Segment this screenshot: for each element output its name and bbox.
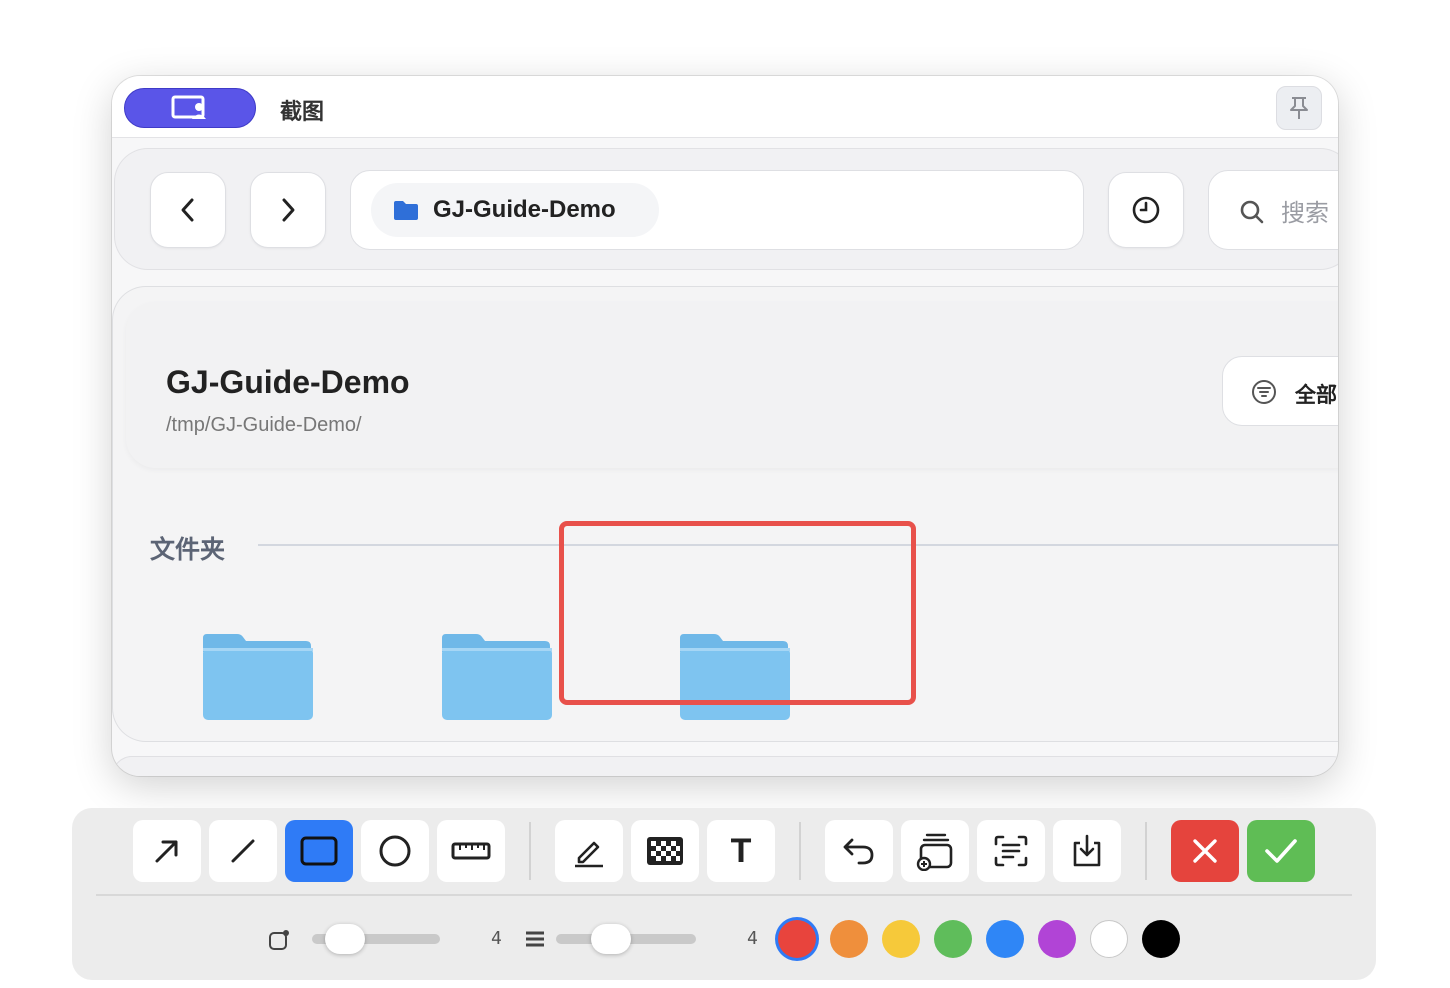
content-panel-next (112, 756, 1338, 776)
folder-icon[interactable] (201, 632, 313, 722)
pin-button[interactable] (1276, 86, 1322, 130)
line-width-icon (526, 931, 544, 947)
search-placeholder: 搜索 (1281, 199, 1329, 227)
folder-path: /tmp/GJ-Guide-Demo/ (166, 414, 362, 436)
add-pin-button[interactable] (901, 820, 969, 882)
pin-icon (1290, 97, 1308, 119)
arrow-icon (155, 840, 178, 863)
pen-tool[interactable] (555, 820, 623, 882)
download-icon (1073, 834, 1101, 867)
cancel-button[interactable] (1171, 820, 1239, 882)
clock-icon (1132, 196, 1160, 224)
toolbar-divider (96, 894, 1352, 896)
forward-button[interactable] (250, 172, 326, 248)
title-bar: 截图 (112, 76, 1338, 138)
color-swatch[interactable] (778, 920, 816, 958)
search-icon (1240, 200, 1264, 224)
search-input[interactable]: 搜索 (1208, 170, 1338, 250)
font-size-value: 4 (747, 928, 758, 949)
arrow-tool[interactable] (133, 820, 201, 882)
filter-button[interactable]: 全部 (1222, 356, 1338, 426)
ocr-button[interactable] (977, 820, 1045, 882)
corner-radius-slider[interactable] (312, 924, 440, 954)
section-title: 文件夹 (150, 535, 226, 564)
color-swatch[interactable] (1142, 920, 1180, 958)
folder-icon (394, 201, 418, 220)
ruler-tool[interactable] (437, 820, 505, 882)
color-swatch[interactable] (986, 920, 1024, 958)
filter-label: 全部 (1295, 383, 1337, 407)
folder-header: GJ-Guide-Demo /tmp/GJ-Guide-Demo/ 全部 (126, 302, 1338, 468)
annotation-toolbar: T 4 4 (72, 808, 1376, 980)
back-button[interactable] (150, 172, 226, 248)
breadcrumb-label: GJ-Guide-Demo (433, 196, 616, 223)
color-swatch[interactable] (1038, 920, 1076, 958)
close-icon (1193, 839, 1217, 863)
window-title: 截图 (280, 100, 325, 125)
circle-icon (379, 835, 411, 867)
confirm-button[interactable] (1247, 820, 1315, 882)
toolbar-divider (529, 822, 531, 880)
annotation-rectangle[interactable] (559, 521, 916, 705)
add-window-icon (916, 833, 953, 871)
toolbar-divider (799, 822, 801, 880)
text-icon: T (730, 831, 752, 870)
history-button[interactable] (1108, 172, 1184, 248)
scan-text-icon (994, 835, 1028, 867)
slider-handle[interactable] (325, 924, 365, 954)
undo-icon (843, 838, 874, 865)
mosaic-icon (647, 837, 683, 865)
color-swatch[interactable] (830, 920, 868, 958)
filter-icon (1252, 380, 1276, 404)
folder-icon[interactable] (440, 632, 552, 722)
corner-radius-icon (269, 930, 289, 950)
color-swatch[interactable] (1090, 920, 1128, 958)
ruler-icon (451, 842, 491, 860)
toolbar-divider (1145, 822, 1147, 880)
undo-button[interactable] (825, 820, 893, 882)
page-title: GJ-Guide-Demo (166, 364, 410, 400)
rectangle-icon (300, 836, 338, 866)
save-button[interactable] (1053, 820, 1121, 882)
slider-handle[interactable] (591, 924, 631, 954)
pen-icon (575, 841, 603, 868)
line-icon (231, 839, 255, 863)
chevron-left-icon (181, 198, 194, 222)
ellipse-tool[interactable] (361, 820, 429, 882)
text-tool[interactable]: T (707, 820, 775, 882)
mosaic-tool[interactable] (631, 820, 699, 882)
stroke-width-slider[interactable] (556, 924, 696, 954)
check-icon (1265, 839, 1297, 863)
path-bar[interactable]: GJ-Guide-Demo (350, 170, 1084, 250)
stroke-width-value: 4 (491, 928, 502, 949)
color-swatch[interactable] (882, 920, 920, 958)
rectangle-tool[interactable] (285, 820, 353, 882)
app-switcher-button[interactable] (124, 88, 256, 128)
line-tool[interactable] (209, 820, 277, 882)
breadcrumb[interactable]: GJ-Guide-Demo (371, 183, 659, 237)
color-swatch[interactable] (934, 920, 972, 958)
screen-user-icon (171, 95, 206, 119)
chevron-right-icon (282, 198, 295, 222)
